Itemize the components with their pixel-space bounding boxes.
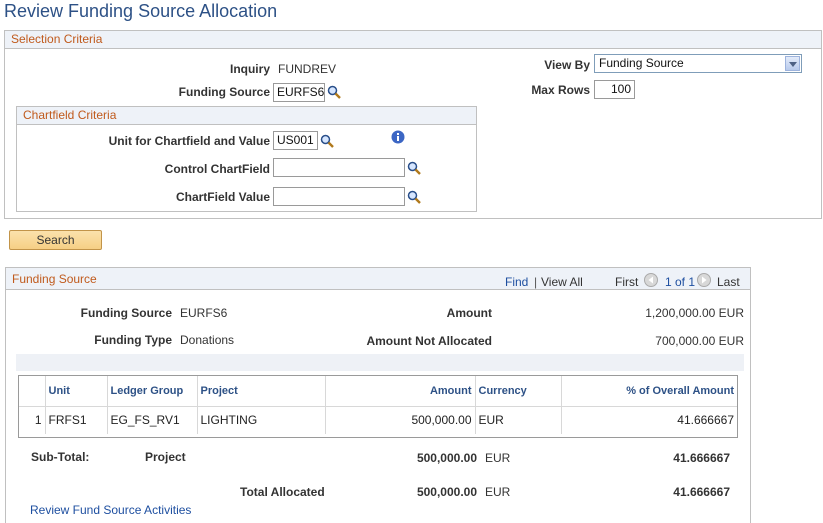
search-icon[interactable] bbox=[327, 85, 341, 99]
selection-criteria-header: Selection Criteria bbox=[5, 31, 821, 49]
amount-value: 1,200,000.00 EUR bbox=[645, 306, 744, 320]
column-header-currency: Currency bbox=[475, 376, 562, 406]
cell-ledger-group: EG_FS_RV1 bbox=[107, 405, 198, 434]
row-number-header bbox=[19, 376, 46, 406]
subtotal-currency: EUR bbox=[485, 451, 511, 465]
cell-project: LIGHTING bbox=[197, 405, 326, 434]
search-icon[interactable] bbox=[320, 134, 334, 148]
cell-currency: EUR bbox=[475, 405, 562, 434]
cell-percent: 41.666667 bbox=[561, 405, 737, 434]
previous-arrow-icon[interactable] bbox=[644, 273, 658, 287]
subtotal-percent: 41.666667 bbox=[673, 451, 730, 465]
chartfield-value-input[interactable] bbox=[273, 187, 405, 206]
funding-type-value: Donations bbox=[180, 333, 235, 347]
table-row: 1 FRFS1 EG_FS_RV1 LIGHTING 500,000.00 EU… bbox=[19, 405, 737, 434]
view-by-label: View By bbox=[544, 58, 590, 72]
review-fund-source-activities-link[interactable]: Review Fund Source Activities bbox=[30, 503, 191, 517]
first-label: First bbox=[615, 275, 639, 289]
column-header-amount: Amount bbox=[325, 376, 476, 406]
funding-source-label: Funding Source bbox=[178, 85, 270, 99]
page-title: Review Funding Source Allocation bbox=[4, 1, 278, 21]
search-icon[interactable] bbox=[407, 161, 421, 175]
total-currency: EUR bbox=[485, 485, 511, 499]
control-chartfield-input[interactable] bbox=[273, 158, 405, 177]
column-header-project: Project bbox=[197, 376, 326, 406]
chartfield-value-label: ChartField Value bbox=[175, 190, 270, 204]
pager-text: 1 of 1 bbox=[665, 275, 696, 289]
amount-not-allocated-label: Amount Not Allocated bbox=[366, 334, 492, 348]
cell-amount: 500,000.00 bbox=[325, 405, 476, 434]
find-link[interactable]: Find bbox=[505, 275, 528, 289]
unit-label: Unit for Chartfield and Value bbox=[108, 134, 270, 148]
column-header-ledger-group: Ledger Group bbox=[107, 376, 198, 406]
search-icon[interactable] bbox=[407, 190, 421, 204]
funding-source-header: Funding Source bbox=[6, 268, 750, 290]
subtotal-amount: 500,000.00 bbox=[416, 451, 477, 465]
funding-source-field-value: EURFS6 bbox=[180, 306, 228, 320]
subtotal-by-label: Project bbox=[145, 450, 186, 464]
funding-type-label: Funding Type bbox=[94, 333, 172, 347]
total-amount: 500,000.00 bbox=[416, 485, 477, 499]
last-label: Last bbox=[717, 275, 740, 289]
funding-source-field-label: Funding Source bbox=[80, 306, 172, 320]
view-by-selected-value: Funding Source bbox=[599, 56, 684, 70]
separator: | bbox=[534, 275, 538, 289]
unit-input[interactable]: US001 bbox=[273, 131, 318, 150]
column-header-unit: Unit bbox=[45, 376, 108, 406]
column-header-percent: % of Overall Amount bbox=[561, 376, 737, 406]
funding-source-input[interactable]: EURFS6 bbox=[273, 83, 325, 102]
inquiry-label: Inquiry bbox=[229, 62, 270, 76]
inquiry-value: FUNDREV bbox=[278, 62, 337, 76]
info-icon[interactable] bbox=[391, 130, 405, 144]
control-chartfield-label: Control ChartField bbox=[164, 162, 270, 176]
amount-not-allocated-value: 700,000.00 EUR bbox=[655, 334, 744, 348]
chartfield-criteria-header: Chartfield Criteria bbox=[17, 107, 476, 125]
total-allocated-label: Total Allocated bbox=[240, 485, 325, 499]
amount-label: Amount bbox=[446, 306, 492, 320]
cell-unit: FRFS1 bbox=[45, 405, 108, 434]
max-rows-input[interactable]: 100 bbox=[594, 80, 635, 99]
next-arrow-icon[interactable] bbox=[697, 273, 711, 287]
allocation-grid: Unit Ledger Group Project Amount Currenc… bbox=[19, 376, 737, 434]
row-number: 1 bbox=[19, 405, 46, 434]
max-rows-label: Max Rows bbox=[531, 83, 590, 97]
view-all-link[interactable]: View All bbox=[541, 275, 583, 289]
view-by-select[interactable]: Funding Source bbox=[594, 54, 802, 73]
subtotal-label: Sub-Total: bbox=[31, 450, 90, 464]
chevron-down-icon[interactable] bbox=[785, 56, 800, 71]
search-button[interactable]: Search bbox=[9, 230, 102, 250]
grid-toolbar-band bbox=[16, 354, 744, 371]
total-percent: 41.666667 bbox=[673, 485, 730, 499]
